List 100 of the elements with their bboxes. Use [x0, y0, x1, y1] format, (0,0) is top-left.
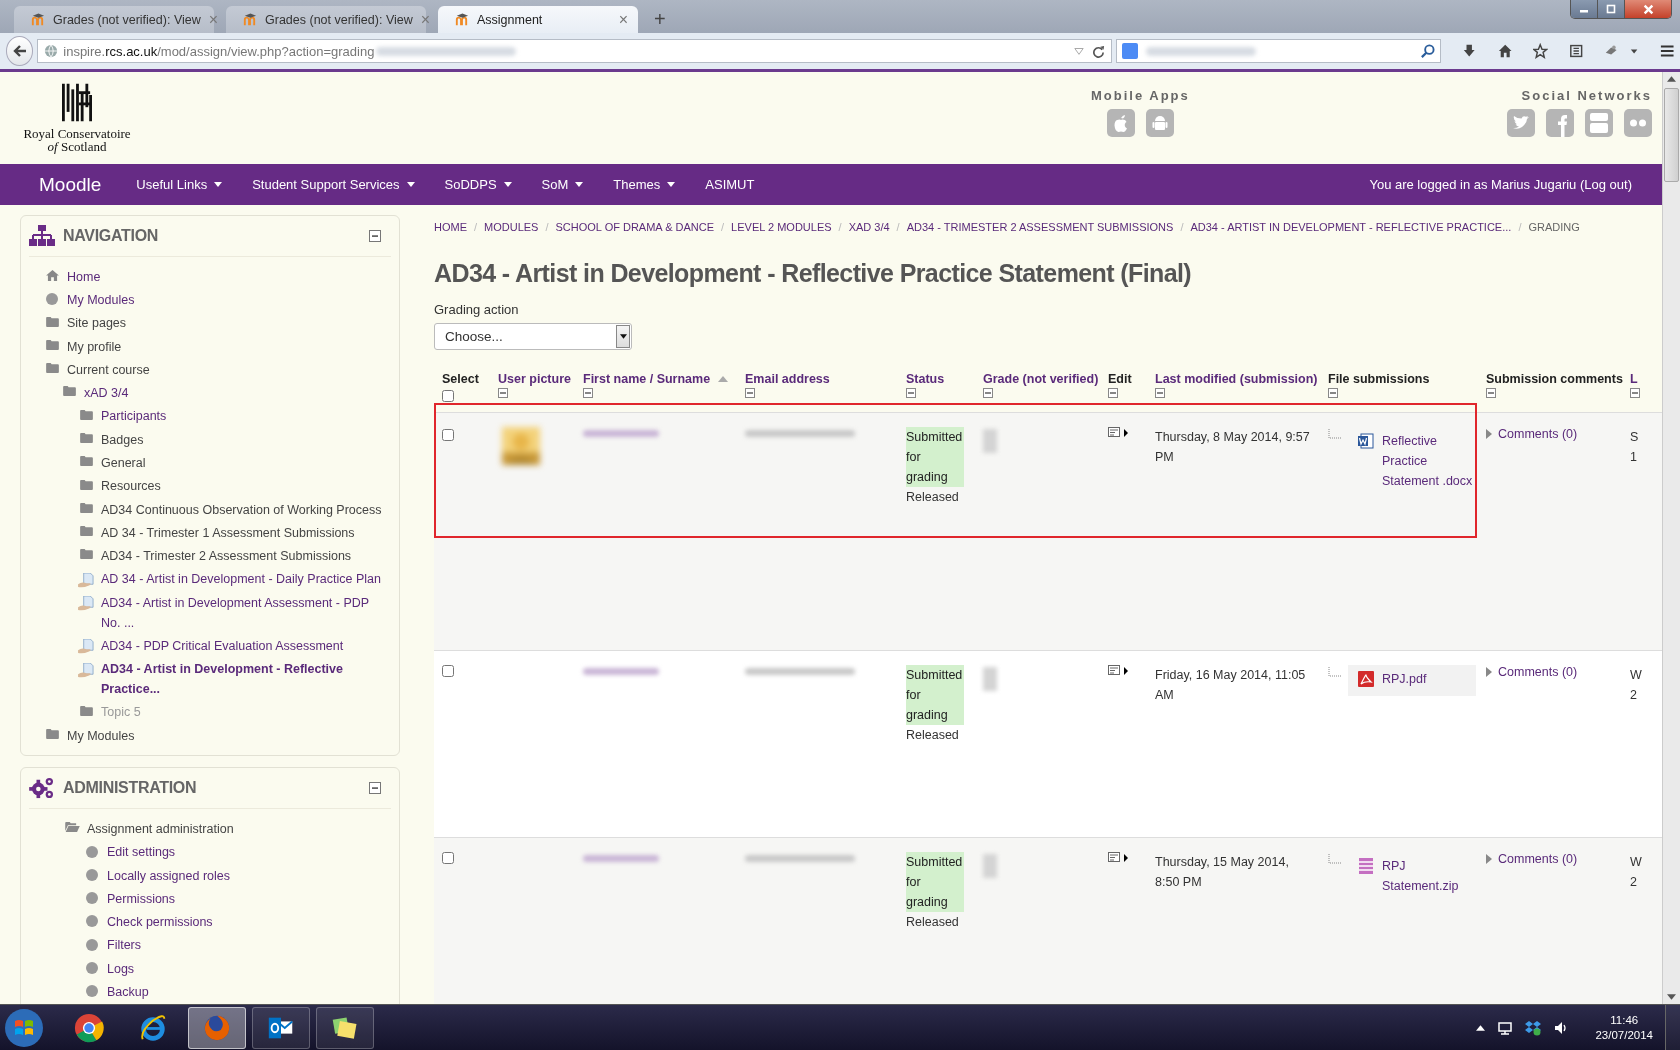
menu-icon[interactable]	[1659, 43, 1674, 59]
column-header[interactable]: Last modified (submission)	[1155, 372, 1318, 386]
show-hidden-icon[interactable]	[1476, 1024, 1486, 1031]
nav-item[interactable]: AD34 - PDP Critical Evaluation Assessment	[101, 634, 344, 658]
nav-item[interactable]: Edit settings	[107, 840, 176, 864]
taskbar-button[interactable]	[252, 1006, 310, 1049]
star-icon[interactable]	[1533, 43, 1548, 59]
menu-item[interactable]: SoM	[541, 177, 584, 192]
nav-item[interactable]: Permissions	[107, 887, 176, 911]
nav-item[interactable]: General	[101, 451, 146, 475]
select-all-checkbox[interactable]	[442, 390, 454, 402]
home-icon[interactable]	[1497, 43, 1513, 59]
nav-item[interactable]: Resources	[101, 474, 161, 498]
nav-item[interactable]: Check permissions	[107, 910, 213, 934]
clock-date[interactable]: 23/07/2014	[1595, 1027, 1653, 1043]
nav-item[interactable]: My profile	[67, 334, 122, 359]
scroll-thumb[interactable]	[1664, 88, 1679, 182]
browser-tab[interactable]: Assignment ×	[438, 6, 638, 33]
grading-action-select[interactable]: Choose...	[434, 323, 632, 350]
collapse-icon[interactable]	[583, 388, 593, 398]
back-button[interactable]	[6, 36, 34, 66]
nav-item[interactable]: Logs	[107, 957, 135, 981]
nav-item[interactable]: My Modules	[67, 724, 135, 748]
column-header[interactable]: L	[1630, 372, 1638, 386]
nav-item[interactable]: Badges	[101, 427, 144, 452]
file-link[interactable]: Reflective Practice Statement .docx	[1382, 431, 1474, 491]
nav-item[interactable]: xAD 3/4	[84, 381, 129, 405]
collapse-icon[interactable]	[906, 388, 916, 398]
collapse-icon[interactable]	[1108, 388, 1118, 398]
nav-item[interactable]: Current course	[67, 358, 150, 382]
column-header[interactable]: User picture	[498, 372, 571, 386]
menu-item[interactable]: Useful Links	[136, 177, 223, 192]
close-button[interactable]	[1625, 0, 1671, 18]
comments-toggle[interactable]: Comments (0)	[1486, 665, 1578, 679]
column-header[interactable]: Status	[906, 372, 945, 386]
network-icon[interactable]	[1497, 1019, 1514, 1036]
column-header[interactable]: Grade (not verified)	[983, 372, 1099, 386]
nav-item[interactable]: AD34 - Trimester 2 Assessment Submissions	[101, 544, 352, 568]
column-header[interactable]: File submissions	[1328, 372, 1430, 386]
nav-item[interactable]: Site pages	[67, 311, 127, 335]
collapse-icon[interactable]	[1486, 388, 1496, 398]
nav-item[interactable]: My Modules	[67, 288, 135, 312]
scroll-down-icon[interactable]	[1667, 994, 1676, 1000]
collapse-icon[interactable]	[369, 230, 381, 242]
nav-item[interactable]: AD 34 - Artist in Development - Daily Practice Plan	[101, 567, 381, 591]
comments-toggle[interactable]: Comments (0)	[1486, 427, 1578, 441]
breadcrumb-link[interactable]: AD34 - ARTIST IN DEVELOPMENT - REFLECTIVE PRACTICE...	[1190, 221, 1512, 233]
breadcrumb-link[interactable]: HOME	[434, 221, 467, 233]
clock-time[interactable]: 11:46	[1610, 1012, 1639, 1028]
search-field[interactable]	[1116, 39, 1442, 63]
collapse-icon[interactable]	[369, 782, 381, 795]
column-header[interactable]: Edit	[1108, 372, 1132, 386]
collapse-icon[interactable]	[983, 388, 993, 398]
collapse-icon[interactable]	[745, 388, 755, 398]
dropbox-icon[interactable]	[1525, 1019, 1542, 1036]
collapse-icon[interactable]	[1155, 388, 1165, 398]
row-checkbox[interactable]	[442, 852, 454, 864]
nav-item[interactable]: AD34 - Artist in Development - Reflective Practice...	[101, 657, 383, 701]
menu-item[interactable]: ASIMUT	[705, 177, 755, 192]
search-engine-icon[interactable]	[1122, 43, 1139, 59]
reload-icon[interactable]	[1092, 44, 1106, 58]
taskbar-button[interactable]	[316, 1006, 374, 1049]
nav-item[interactable]: Home	[67, 265, 101, 289]
nav-item[interactable]: Assignment administration	[87, 817, 234, 841]
column-header[interactable]: First name / Surname	[583, 372, 711, 386]
column-header[interactable]: Select	[442, 372, 479, 386]
scrollbar[interactable]	[1662, 72, 1680, 1004]
breadcrumb-link[interactable]: XAD 3/4	[848, 221, 890, 233]
search-icon[interactable]	[1420, 43, 1436, 59]
column-header[interactable]: Email address	[745, 372, 830, 386]
breadcrumb-link[interactable]: MODULES	[484, 221, 539, 233]
maximize-button[interactable]	[1598, 0, 1625, 18]
new-tab-button[interactable]: +	[654, 9, 666, 29]
row-checkbox[interactable]	[442, 665, 454, 677]
minimize-button[interactable]	[1571, 0, 1598, 18]
download-icon[interactable]	[1462, 43, 1477, 59]
nav-item[interactable]: Participants	[101, 404, 167, 428]
menu-item[interactable]: Student Support Services	[252, 177, 415, 192]
address-field[interactable]: inspire.rcs.ac.uk/mod/assign/view.php?action=grading	[37, 39, 1113, 63]
nav-item[interactable]: AD34 - Artist in Development Assessment - PDP No. ...	[101, 590, 383, 635]
taskbar-button[interactable]	[188, 1006, 246, 1049]
collapse-icon[interactable]	[498, 388, 508, 398]
nav-item[interactable]: Filters	[107, 933, 142, 958]
menu-item[interactable]: Themes	[613, 177, 676, 192]
row-checkbox[interactable]	[442, 429, 454, 441]
nav-item[interactable]: Backup	[107, 980, 149, 1004]
start-button[interactable]	[4, 1007, 44, 1048]
breadcrumb-link[interactable]: LEVEL 2 MODULES	[731, 221, 832, 233]
brand-link[interactable]: Moodle	[39, 173, 102, 196]
nav-item[interactable]: AD34 Continuous Observation of Working Process	[101, 497, 382, 522]
collapse-icon[interactable]	[1328, 388, 1338, 398]
edit-menu-icon[interactable]	[1108, 852, 1130, 864]
breadcrumb-link[interactable]: AD34 - TRIMESTER 2 ASSESSMENT SUBMISSIONS	[906, 221, 1174, 233]
nav-item[interactable]: AD 34 - Trimester 1 Assessment Submissions	[101, 521, 355, 545]
collapse-icon[interactable]	[1630, 388, 1640, 398]
show-desktop-button[interactable]	[1665, 1005, 1680, 1050]
scroll-up-icon[interactable]	[1667, 76, 1676, 82]
column-header[interactable]: Submission comments	[1486, 372, 1623, 386]
reading-list-icon[interactable]	[1568, 43, 1583, 59]
breadcrumb-link[interactable]: GRADING	[1528, 221, 1580, 233]
